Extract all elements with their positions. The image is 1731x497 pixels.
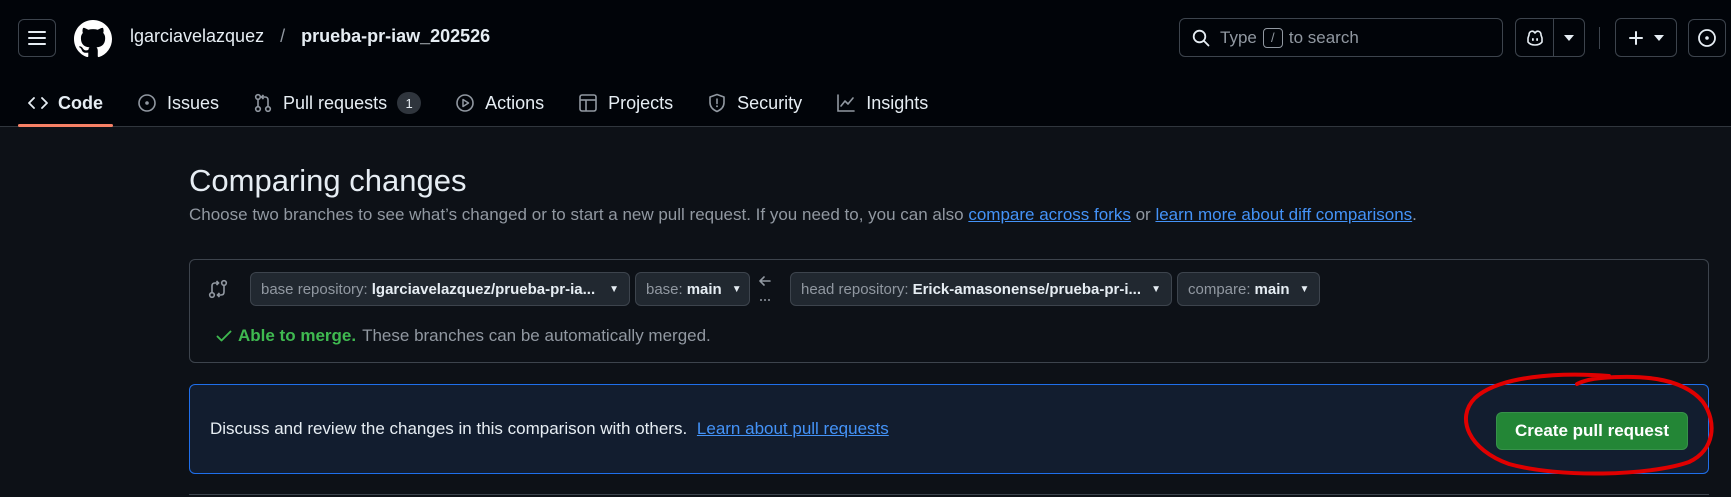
tab-actions-label: Actions (485, 92, 545, 113)
page-title: Comparing changes (189, 163, 467, 198)
merge-status: Able to merge. These branches can be aut… (216, 326, 711, 346)
base-branch-value: main (686, 280, 722, 298)
triangle-down-icon (1654, 34, 1664, 41)
github-logo-icon[interactable] (74, 20, 112, 58)
hamburger-icon (28, 31, 46, 45)
head-repository-select[interactable]: head repository: Erick-amasonense/prueba… (790, 272, 1172, 306)
copilot-menu[interactable] (1515, 18, 1585, 57)
tab-code-label: Code (58, 92, 103, 113)
your-issues-button[interactable] (1688, 19, 1726, 57)
create-new-button[interactable] (1616, 19, 1676, 56)
table-icon (579, 94, 597, 112)
pull-requests-counter: 1 (397, 92, 422, 114)
head-repository-value: Erick-amasonense/prueba-pr-i... (912, 280, 1141, 298)
plus-icon (1629, 30, 1643, 45)
play-icon (456, 94, 474, 112)
issue-opened-icon (138, 94, 156, 112)
tab-projects[interactable]: Projects (568, 80, 683, 126)
subtitle-period: . (1412, 205, 1417, 224)
pr-discuss-text: Discuss and review the changes in this c… (210, 419, 688, 438)
compare-branch-label: compare: (1188, 280, 1251, 298)
tab-insights[interactable]: Insights (826, 80, 938, 126)
page-subtitle: Choose two branches to see what’s change… (189, 205, 1417, 225)
tab-pull-requests[interactable]: Pull requests 1 (243, 80, 431, 126)
learn-diff-comparisons-link[interactable]: learn more about diff comparisons (1155, 205, 1412, 224)
copilot-icon (1526, 29, 1543, 46)
create-new-menu[interactable] (1615, 18, 1677, 57)
subtitle-text: Choose two branches to see what’s change… (189, 205, 964, 224)
copilot-dropdown-button[interactable] (1554, 19, 1584, 56)
search-icon (1192, 29, 1210, 46)
base-repository-label: base repository: (261, 280, 368, 298)
triangle-down-icon: ▼ (1299, 283, 1310, 295)
base-repository-value: lgarciavelazquez/prueba-pr-ia... (371, 280, 596, 298)
breadcrumb: lgarciavelazquez / prueba-pr-iaw_202526 (130, 26, 490, 47)
search-input[interactable]: Type / to search (1179, 18, 1503, 57)
merge-status-ok: Able to merge. (238, 326, 357, 345)
tab-issues[interactable]: Issues (127, 80, 229, 126)
search-prefix: Type (1220, 27, 1257, 47)
issue-opened-icon (1698, 29, 1716, 47)
tab-security-label: Security (737, 92, 803, 113)
head-repository-label: head repository: (801, 280, 909, 298)
breadcrumb-repo-link[interactable]: prueba-pr-iaw_202526 (301, 26, 490, 47)
tab-projects-label: Projects (608, 92, 674, 113)
compare-branch-select[interactable]: compare: main ▼ (1177, 272, 1320, 306)
breadcrumb-owner-link[interactable]: lgarciavelazquez (130, 26, 264, 47)
graph-icon (837, 94, 855, 112)
base-branch-select[interactable]: base: main ▼ (635, 272, 750, 306)
search-shortcut-key: / (1262, 27, 1283, 48)
menu-button[interactable] (18, 19, 56, 57)
code-icon (28, 97, 48, 109)
triangle-down-icon: ▼ (1151, 283, 1161, 295)
tab-code[interactable]: Code (18, 80, 113, 127)
triangle-down-icon (1564, 34, 1575, 41)
git-compare-icon (208, 279, 228, 299)
tab-pull-requests-label: Pull requests (283, 92, 388, 113)
check-icon (216, 330, 232, 342)
compare-across-forks-link[interactable]: compare across forks (968, 205, 1131, 224)
git-pull-request-icon (254, 93, 272, 113)
base-branch-label: base: (646, 280, 683, 298)
learn-about-pull-requests-link[interactable]: Learn about pull requests (697, 419, 889, 438)
app-header: lgarciavelazquez / prueba-pr-iaw_202526 … (0, 0, 1731, 127)
tab-security[interactable]: Security (697, 80, 812, 126)
top-bar: lgarciavelazquez / prueba-pr-iaw_202526 … (0, 0, 1731, 75)
triangle-down-icon: ▼ (731, 283, 742, 295)
base-repository-select[interactable]: base repository: lgarciavelazquez/prueba… (250, 272, 630, 306)
breadcrumb-separator: / (280, 26, 286, 46)
repo-nav-tabs: Code Issues Pull requests 1 Actions Proj… (18, 80, 952, 127)
search-suffix: to search (1288, 27, 1359, 47)
toolbar-separator (1599, 27, 1600, 49)
tab-insights-label: Insights (866, 92, 929, 113)
arrow-left-icon (757, 272, 777, 306)
shield-icon (709, 93, 725, 113)
range-editor: base repository: lgarciavelazquez/prueba… (189, 259, 1709, 363)
subtitle-or: or (1135, 205, 1151, 224)
merge-status-text: These branches can be automatically merg… (362, 326, 711, 345)
create-pr-banner-text: Discuss and review the changes in this c… (210, 419, 889, 439)
triangle-down-icon: ▼ (609, 283, 619, 295)
compare-branch-value: main (1254, 280, 1290, 298)
tab-actions[interactable]: Actions (445, 80, 554, 126)
red-circle-annotation (1464, 372, 1714, 476)
copilot-button[interactable] (1516, 19, 1553, 56)
tab-issues-label: Issues (167, 92, 220, 113)
